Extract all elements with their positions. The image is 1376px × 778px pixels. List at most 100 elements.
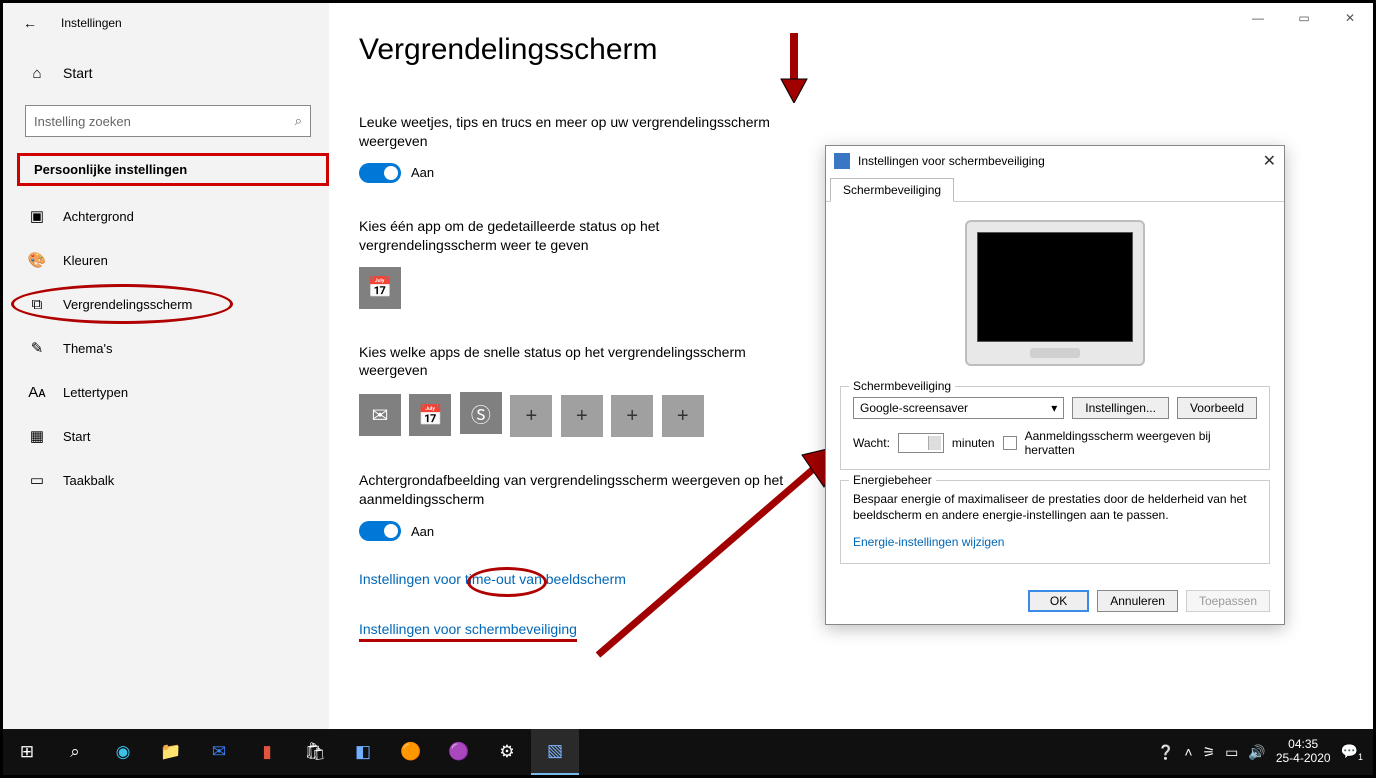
- resume-logon-checkbox[interactable]: [1003, 436, 1017, 450]
- dialog-titlebar[interactable]: Instellingen voor schermbeveiliging ✕: [826, 146, 1284, 176]
- taskbar-office[interactable]: ▮: [243, 729, 291, 775]
- screensaver-select[interactable]: Google-screensaver ▾: [853, 397, 1064, 419]
- palette-icon: 🎨: [27, 251, 47, 269]
- wait-minutes-input[interactable]: 3: [898, 433, 944, 453]
- tray-help-icon[interactable]: ❔: [1157, 744, 1174, 761]
- sidebar-item-label: Start: [63, 429, 90, 444]
- tab-screensaver[interactable]: Schermbeveiliging: [830, 178, 954, 202]
- quick-app-add-2[interactable]: +: [561, 395, 603, 437]
- page-title: Vergrendelingsscherm: [359, 33, 1343, 67]
- sidebar-item-fonts[interactable]: Aᴀ Lettertypen: [3, 370, 329, 414]
- taskbar-app-1[interactable]: ◧: [339, 729, 387, 775]
- cancel-button[interactable]: Annuleren: [1097, 590, 1178, 612]
- ok-button[interactable]: OK: [1028, 590, 1089, 612]
- monitor-screen: [977, 232, 1133, 342]
- titlebar: ← Instellingen: [3, 3, 329, 43]
- taskbar-screensaver-dialog[interactable]: ▧: [531, 729, 579, 775]
- sidebar-item-themes[interactable]: ✎ Thema's: [3, 326, 329, 370]
- quick-app-add-1[interactable]: +: [510, 395, 552, 437]
- search-placeholder: Instelling zoeken: [34, 114, 131, 129]
- toggle-label: Aan: [411, 524, 434, 539]
- sidebar-home[interactable]: ⌂ Start: [3, 53, 329, 93]
- screensaver-preview-button[interactable]: Voorbeeld: [1177, 397, 1257, 419]
- plus-icon: +: [626, 405, 638, 428]
- sidebar-category: Persoonlijke instellingen: [17, 153, 329, 186]
- search-input[interactable]: Instelling zoeken ⌕: [25, 105, 311, 137]
- start-button[interactable]: ⊞: [3, 729, 51, 775]
- sidebar-item-label: Taakbalk: [63, 473, 114, 488]
- notif-count: 1: [1358, 751, 1363, 761]
- home-label: Start: [63, 65, 93, 81]
- dialog-tabbar: Schermbeveiliging: [826, 176, 1284, 202]
- tray-chevron-icon[interactable]: ˄: [1184, 744, 1192, 760]
- taskbar-explorer[interactable]: 📁: [147, 729, 195, 775]
- sidebar-item-label: Lettertypen: [63, 385, 128, 400]
- link-screensaver-settings[interactable]: Instellingen voor schermbeveiliging: [359, 621, 577, 642]
- screensaver-preview-monitor: [965, 220, 1145, 366]
- taskbar-store[interactable]: 🛍: [291, 729, 339, 775]
- chevron-down-icon: ▾: [1051, 401, 1057, 415]
- screensaver-group: Schermbeveiliging Google-screensaver ▾ I…: [840, 386, 1270, 470]
- tray-clock[interactable]: 04:35 25-4-2020: [1276, 738, 1331, 766]
- tray-time: 04:35: [1276, 738, 1331, 752]
- fun-facts-text: Leuke weetjes, tips en trucs en meer op …: [359, 113, 799, 151]
- tray-date: 25-4-2020: [1276, 752, 1331, 766]
- toggle-pill-icon: [359, 521, 401, 541]
- search-icon: ⌕: [295, 113, 302, 129]
- quick-app-skype[interactable]: Ⓢ: [460, 392, 502, 434]
- detailed-app-text: Kies één app om de gedetailleerde status…: [359, 217, 799, 255]
- dialog-title: Instellingen voor schermbeveiliging: [858, 154, 1045, 168]
- taskbar-icon: ▭: [27, 471, 47, 489]
- sidebar-item-label: Vergrendelingsscherm: [63, 297, 192, 312]
- sidebar-item-colors[interactable]: 🎨 Kleuren: [3, 238, 329, 282]
- screensaver-dialog: Instellingen voor schermbeveiliging ✕ Sc…: [825, 145, 1285, 625]
- calendar-icon: 📅: [368, 275, 393, 300]
- start-icon: ▦: [27, 427, 47, 445]
- home-icon: ⌂: [27, 65, 47, 82]
- themes-icon: ✎: [27, 339, 47, 357]
- sidebar-item-label: Thema's: [63, 341, 112, 356]
- taskbar-mail[interactable]: ✉: [195, 729, 243, 775]
- detailed-app-tile[interactable]: 📅: [359, 267, 401, 309]
- tray-battery-icon[interactable]: ▭: [1225, 744, 1238, 761]
- system-tray: ❔ ˄ ⚞ ▭ 🔊 04:35 25-4-2020 💬1: [1157, 738, 1373, 766]
- dialog-close-button[interactable]: ✕: [1263, 151, 1276, 171]
- dialog-icon: [834, 153, 850, 169]
- quick-app-mail[interactable]: ✉: [359, 394, 401, 436]
- dialog-footer: OK Annuleren Toepassen: [826, 580, 1284, 624]
- tray-volume-icon[interactable]: 🔊: [1248, 744, 1265, 761]
- sidebar-item-start[interactable]: ▦ Start: [3, 414, 329, 458]
- tray-notifications-icon[interactable]: 💬1: [1341, 743, 1363, 762]
- power-settings-link[interactable]: Energie-instellingen wijzigen: [853, 535, 1004, 549]
- quick-app-add-4[interactable]: +: [662, 395, 704, 437]
- sidebar-item-taskbar[interactable]: ▭ Taakbalk: [3, 458, 329, 502]
- taskbar-search[interactable]: ⌕: [51, 729, 99, 775]
- tray-wifi-icon[interactable]: ⚞: [1203, 744, 1216, 761]
- minutes-label: minuten: [952, 436, 995, 450]
- back-icon[interactable]: ←: [23, 15, 37, 31]
- quick-apps-text: Kies welke apps de snelle status op het …: [359, 343, 799, 381]
- picture-icon: ▣: [27, 207, 47, 225]
- quick-app-calendar[interactable]: 📅: [409, 394, 451, 436]
- quick-app-add-3[interactable]: +: [611, 395, 653, 437]
- wait-value: 3: [933, 436, 940, 450]
- app-title: Instellingen: [61, 16, 122, 30]
- mail-icon: ✉: [372, 403, 389, 428]
- taskbar-picasa[interactable]: 🟣: [435, 729, 483, 775]
- taskbar-chrome[interactable]: 🟠: [387, 729, 435, 775]
- resume-label: Aanmeldingsscherm weergeven bij hervatte…: [1025, 429, 1215, 457]
- group-legend: Energiebeheer: [849, 473, 936, 487]
- taskbar-edge[interactable]: ◉: [99, 729, 147, 775]
- sidebar-item-background[interactable]: ▣ Achtergrond: [3, 194, 329, 238]
- settings-sidebar: ← Instellingen ⌂ Start Instelling zoeken…: [3, 3, 329, 729]
- annotation-arrow-down: [779, 33, 809, 103]
- link-screen-timeout[interactable]: Instellingen voor time-out van beeldsche…: [359, 571, 626, 587]
- fonts-icon: Aᴀ: [27, 384, 47, 401]
- calendar-icon: 📅: [418, 403, 443, 428]
- taskbar-settings[interactable]: ⚙: [483, 729, 531, 775]
- plus-icon: +: [576, 405, 588, 428]
- power-group: Energiebeheer Bespaar energie of maximal…: [840, 480, 1270, 564]
- sidebar-item-lockscreen[interactable]: ⧉ Vergrendelingsscherm: [3, 282, 329, 326]
- power-text: Bespaar energie of maximaliseer de prest…: [853, 491, 1257, 523]
- screensaver-settings-button[interactable]: Instellingen...: [1072, 397, 1169, 419]
